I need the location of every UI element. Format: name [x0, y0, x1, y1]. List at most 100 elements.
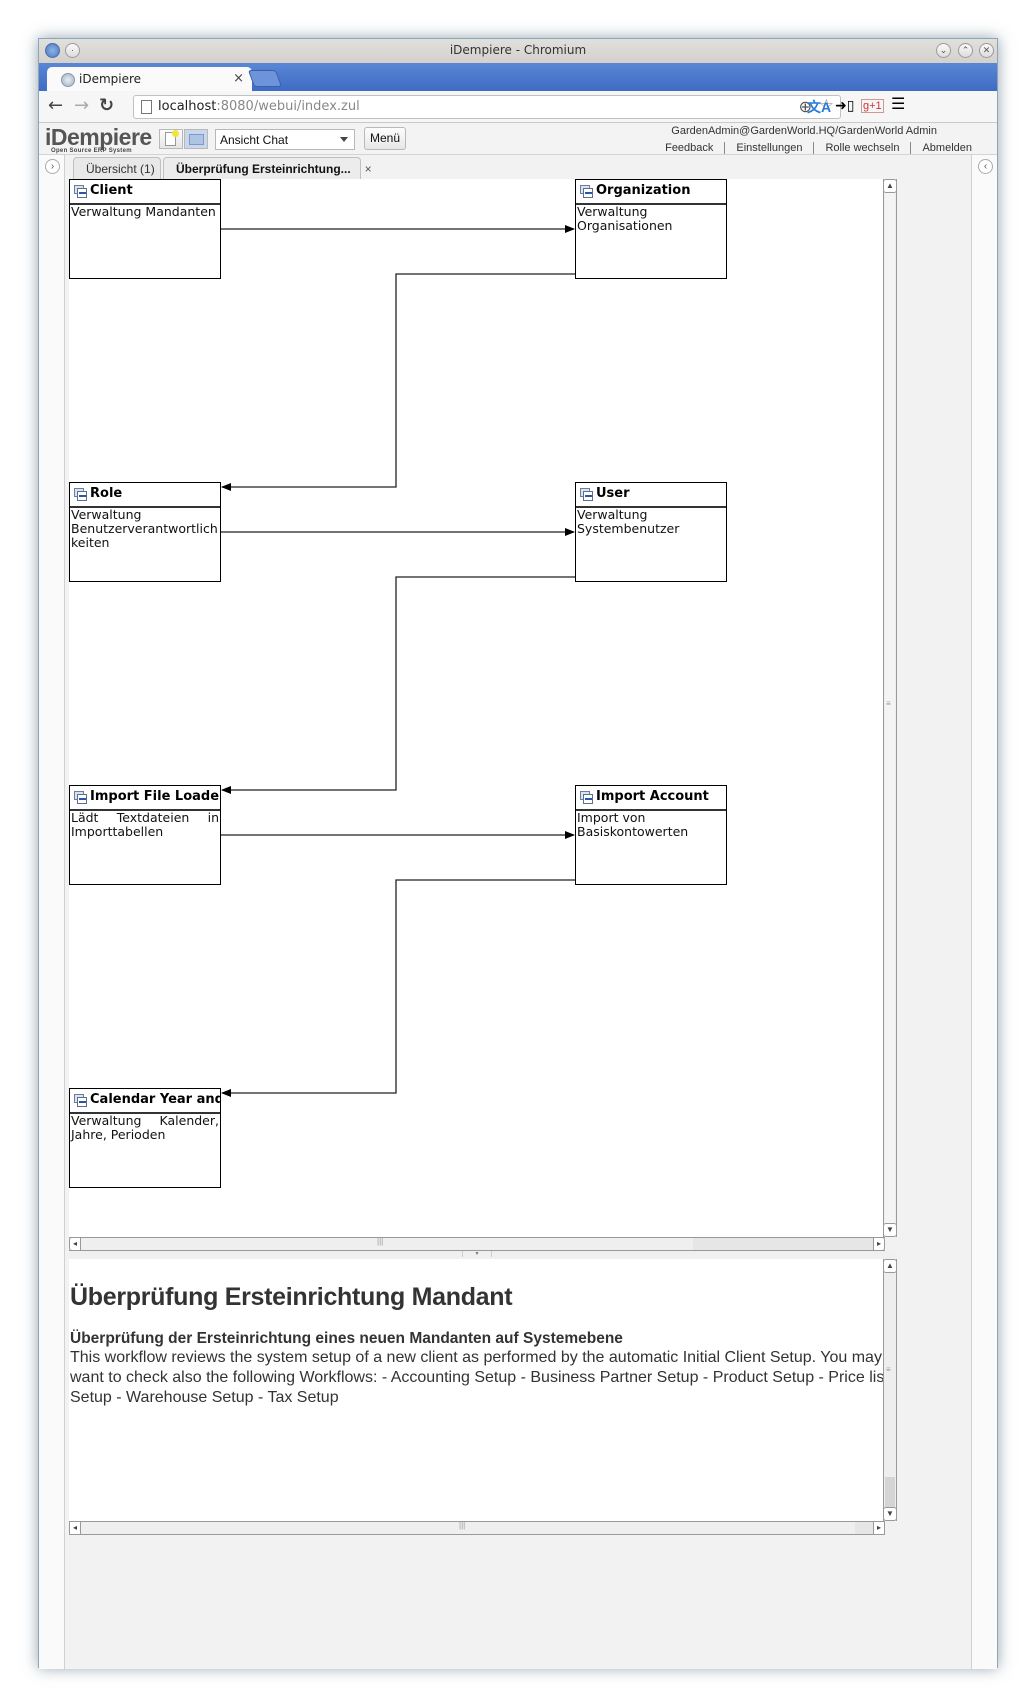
- browser-tab-title: iDempiere: [79, 72, 142, 86]
- favicon-icon: [61, 73, 75, 87]
- workflow-description-panel: Überprüfung Ersteinrichtung Mandant Über…: [69, 1259, 883, 1521]
- node-description: Verwaltung Benutzerverantwortlich keiten: [71, 507, 218, 550]
- scroll-right-button[interactable]: ▸: [873, 1237, 885, 1251]
- workflow-node-client[interactable]: Client Verwaltung Mandanten: [69, 179, 221, 279]
- window-titlebar: · iDempiere - Chromium ⌄ ⌃ ✕: [39, 39, 997, 63]
- workflow-node-role[interactable]: Role Verwaltung Benutzerverantwortlich ke…: [69, 482, 221, 582]
- scroll-thumb[interactable]: [81, 1522, 855, 1534]
- google-plus-one-icon[interactable]: g+1: [861, 99, 884, 113]
- forward-button[interactable]: →: [74, 95, 89, 116]
- workflow-node-user[interactable]: User Verwaltung Systembenutzer: [575, 482, 727, 582]
- transition-organization-to-role: [221, 273, 575, 491]
- tab-workflow[interactable]: Überprüfung Ersteinrichtung... ×: [163, 157, 372, 179]
- close-window-button[interactable]: ✕: [979, 43, 994, 58]
- description-vertical-scrollbar[interactable]: ▲ ≡ ▼: [883, 1259, 897, 1521]
- transition-user-to-import-file-loader: [221, 576, 575, 794]
- node-header: Import File Loader: [70, 786, 220, 811]
- desktop-content: › ‹ Übersicht (1) Überprüfung Ersteinric…: [39, 155, 997, 1669]
- scroll-grip-icon: |||: [459, 1521, 466, 1530]
- node-title: Role: [90, 486, 123, 501]
- diagram-horizontal-scrollbar[interactable]: ◂ ||| ▸: [69, 1237, 885, 1251]
- scroll-grip-icon: ≡: [886, 1365, 891, 1374]
- scroll-up-button[interactable]: ▲: [883, 1259, 897, 1273]
- right-sidebar-collapsed: ‹: [971, 155, 997, 1669]
- settings-link[interactable]: Einstellungen: [724, 142, 813, 154]
- scroll-grip-icon: ≡: [886, 699, 891, 708]
- browser-tab[interactable]: iDempiere ×: [47, 67, 252, 92]
- close-tab-icon[interactable]: ×: [233, 71, 244, 86]
- window-title: iDempiere - Chromium: [449, 43, 587, 57]
- url-path: :8080/webui/index.zul: [216, 99, 360, 114]
- expand-left-panel-button[interactable]: ›: [45, 159, 60, 174]
- workflow-node-calendar[interactable]: Calendar Year and Period Verwaltung Kalen…: [69, 1088, 221, 1188]
- address-bar[interactable]: localhost:8080/webui/index.zul ⊕ ☆: [133, 95, 841, 119]
- workflow-node-import-file-loader[interactable]: Import File Loader Lädt Textdateien in Im…: [69, 785, 221, 885]
- left-sidebar-collapsed: ›: [39, 155, 65, 1669]
- scroll-track[interactable]: [885, 1477, 895, 1507]
- scroll-left-button[interactable]: ◂: [69, 1237, 81, 1251]
- splitter-collapse-icon[interactable]: ▾: [462, 1251, 492, 1257]
- tab-overview[interactable]: Übersicht (1): [73, 157, 161, 179]
- logo-text: iDempiere: [45, 124, 152, 150]
- node-title: Client: [90, 183, 133, 198]
- reload-button[interactable]: ↻: [99, 95, 114, 116]
- node-description: Verwaltung Mandanten: [71, 204, 216, 219]
- scroll-up-button[interactable]: ▲: [883, 179, 897, 193]
- menu-button[interactable]: Menü: [364, 127, 406, 150]
- node-header: Role: [70, 483, 220, 508]
- scroll-left-button[interactable]: ◂: [69, 1521, 81, 1535]
- chevron-down-icon: [340, 137, 348, 142]
- logout-link[interactable]: Abmelden: [910, 142, 983, 154]
- scroll-thumb[interactable]: [81, 1238, 693, 1250]
- node-header: User: [576, 483, 726, 508]
- idempiere-logo: iDempiere Open Source ERP System: [45, 126, 152, 155]
- translate-extension-icon[interactable]: 文A: [807, 97, 831, 117]
- close-tab-icon[interactable]: ×: [365, 162, 372, 176]
- view-select-value: Ansicht Chat: [220, 133, 289, 147]
- transition-import-account-to-calendar: [221, 879, 575, 1097]
- switch-role-link[interactable]: Rolle wechseln: [813, 142, 910, 154]
- window-node-icon: [74, 1094, 88, 1107]
- browser-window: · iDempiere - Chromium ⌄ ⌃ ✕ iDempiere ×…: [38, 38, 998, 1669]
- minimize-button[interactable]: ⌄: [936, 43, 951, 58]
- description-horizontal-scrollbar[interactable]: ◂ ||| ▸: [69, 1521, 885, 1535]
- header-links: Feedback Einstellungen Rolle wechseln Ab…: [654, 142, 983, 154]
- diagram-vertical-scrollbar[interactable]: ▲ ≡ ▼: [883, 179, 897, 1237]
- new-record-button[interactable]: [159, 129, 183, 149]
- panel-splitter[interactable]: ▾: [69, 1251, 897, 1259]
- expand-right-panel-button[interactable]: ‹: [978, 159, 993, 174]
- node-description: Verwaltung Organisationen: [577, 204, 673, 233]
- back-button[interactable]: ←: [48, 95, 63, 116]
- scroll-down-button[interactable]: ▼: [883, 1507, 897, 1521]
- view-select[interactable]: Ansicht Chat: [215, 129, 355, 150]
- node-header: Import Account: [576, 786, 726, 811]
- url-text[interactable]: localhost:8080/webui/index.zul: [158, 99, 360, 114]
- maximize-button[interactable]: ⌃: [958, 43, 973, 58]
- new-document-icon: [165, 130, 179, 146]
- feedback-link[interactable]: Feedback: [654, 142, 724, 154]
- window-node-icon: [74, 488, 88, 501]
- workflow-node-organization[interactable]: Organization Verwaltung Organisationen: [575, 179, 727, 279]
- node-header: Organization: [576, 180, 726, 205]
- node-header: Client: [70, 180, 220, 205]
- open-folder-button[interactable]: [184, 129, 208, 149]
- scroll-down-button[interactable]: ▼: [883, 1223, 897, 1237]
- send-to-mobile-icon[interactable]: ➜▯: [835, 97, 854, 114]
- node-title: User: [596, 486, 630, 501]
- window-node-icon: [580, 185, 594, 198]
- window-node-icon: [74, 185, 88, 198]
- page-icon: [141, 100, 152, 114]
- tab-overview-label: Übersicht (1): [86, 162, 155, 176]
- node-description: Verwaltung Kalender, Jahre, Perioden: [71, 1113, 219, 1142]
- app-header: iDempiere Open Source ERP System Ansicht …: [39, 123, 997, 155]
- new-tab-button[interactable]: [247, 70, 283, 87]
- workflow-node-import-account[interactable]: Import Account Import von Basiskontowerte…: [575, 785, 727, 885]
- scroll-thumb[interactable]: [885, 193, 895, 1223]
- node-title: Organization: [596, 183, 691, 198]
- scroll-grip-icon: |||: [377, 1237, 384, 1246]
- scroll-right-button[interactable]: ▸: [873, 1521, 885, 1535]
- chrome-menu-icon[interactable]: ☰: [891, 94, 905, 114]
- node-description: Import von Basiskontowerten: [577, 810, 689, 839]
- window-node-icon: [580, 488, 594, 501]
- workflow-subtitle: Überprüfung der Ersteinrichtung eines ne…: [70, 1330, 623, 1347]
